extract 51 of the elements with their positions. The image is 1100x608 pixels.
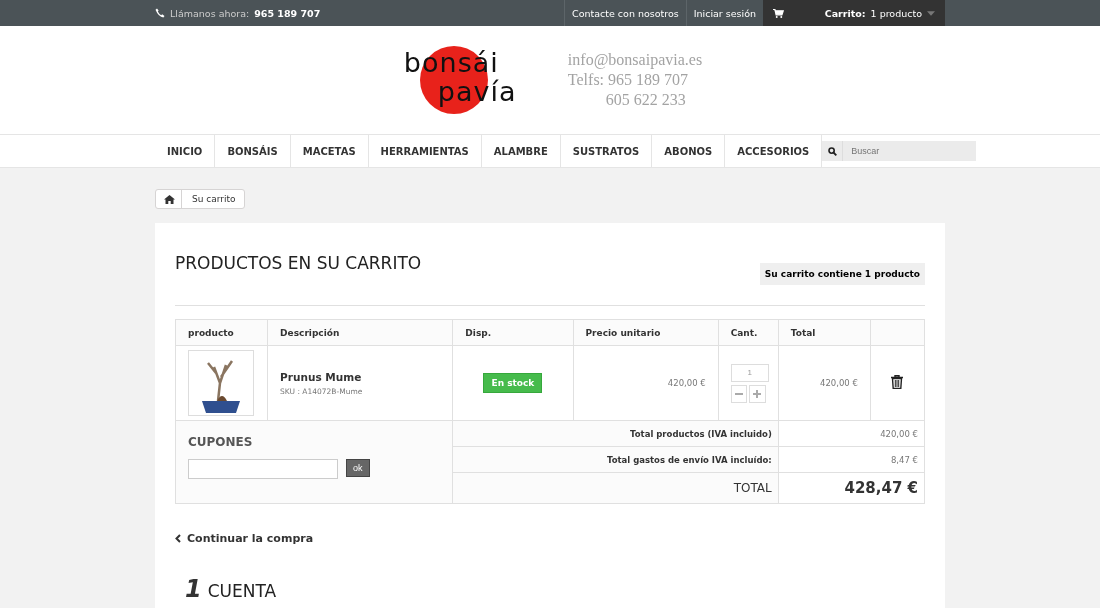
unit-price: 420,00 € [667,378,706,388]
plus-icon [753,389,762,398]
total-value: 428,47 € [844,479,918,497]
call-label: Llámanos ahora: [170,7,250,19]
page-title: PRODUCTOS EN SU CARRITO [175,253,422,275]
step-title: CUENTA [207,581,277,601]
column-header: Disp. [452,319,573,346]
search-field[interactable]: Buscar [842,141,977,161]
contact-line: info@bonsaipavia.es [567,50,703,70]
stock-label: En stock [483,373,543,393]
caret-icon [927,10,935,16]
product-image[interactable] [188,350,254,416]
total-value: 8,47 € [890,454,918,465]
product-name[interactable]: Prunus Mume [280,370,441,383]
total-value: 420,00 € [880,428,918,439]
phone-icon [155,8,165,18]
step-number: 1 [185,575,202,603]
column-header: Precio unitario [573,319,719,346]
trash-icon[interactable] [891,375,904,389]
line-total: 420,00 € [820,378,858,388]
search-button[interactable] [822,141,843,161]
minus-icon [734,392,743,395]
cart-dropdown[interactable]: Carrito: 1 producto [763,0,945,26]
menu-item[interactable]: BONSÁIS [215,135,291,167]
total-label: Total productos (IVA incluido) [630,428,772,439]
breadcrumb-item: Su carrito [191,194,237,204]
menu-item[interactable]: ABONOS [652,135,726,167]
coupons-title: CUPONES [188,435,254,449]
chevron-left-icon [175,534,181,543]
column-header: Descripción [267,319,453,346]
cart-count: 1 producto [870,7,922,19]
menu-item[interactable]: SUSTRATOS [560,135,653,167]
cart-icon [773,7,784,19]
total-label: Total gastos de envío IVA incluído: [607,454,772,465]
phone-number: 965 189 707 [254,7,321,19]
menu-item[interactable]: MACETAS [290,135,369,167]
column-header: Total [778,319,871,346]
menu-item[interactable]: INICIO [155,135,216,167]
coupon-field[interactable] [188,459,338,479]
contact-line: Telfs: 965 189 707 [567,70,690,90]
cart-summary-badge: Su carrito contiene 1 producto [759,263,925,285]
column-header: Cant. [718,319,779,346]
menu-item[interactable]: ALAMBRE [481,135,561,167]
column-header: producto [175,319,268,346]
apply-coupon-button[interactable]: ok [346,459,370,477]
continue-shopping-link[interactable]: Continuar la compra [175,532,314,545]
cart-label: Carrito: [824,7,866,19]
menu-item[interactable]: HERRAMIENTAS [368,135,482,167]
contact-line: 605 622 233 [604,90,687,110]
search-icon [827,146,837,156]
total-label: TOTAL [733,481,772,495]
